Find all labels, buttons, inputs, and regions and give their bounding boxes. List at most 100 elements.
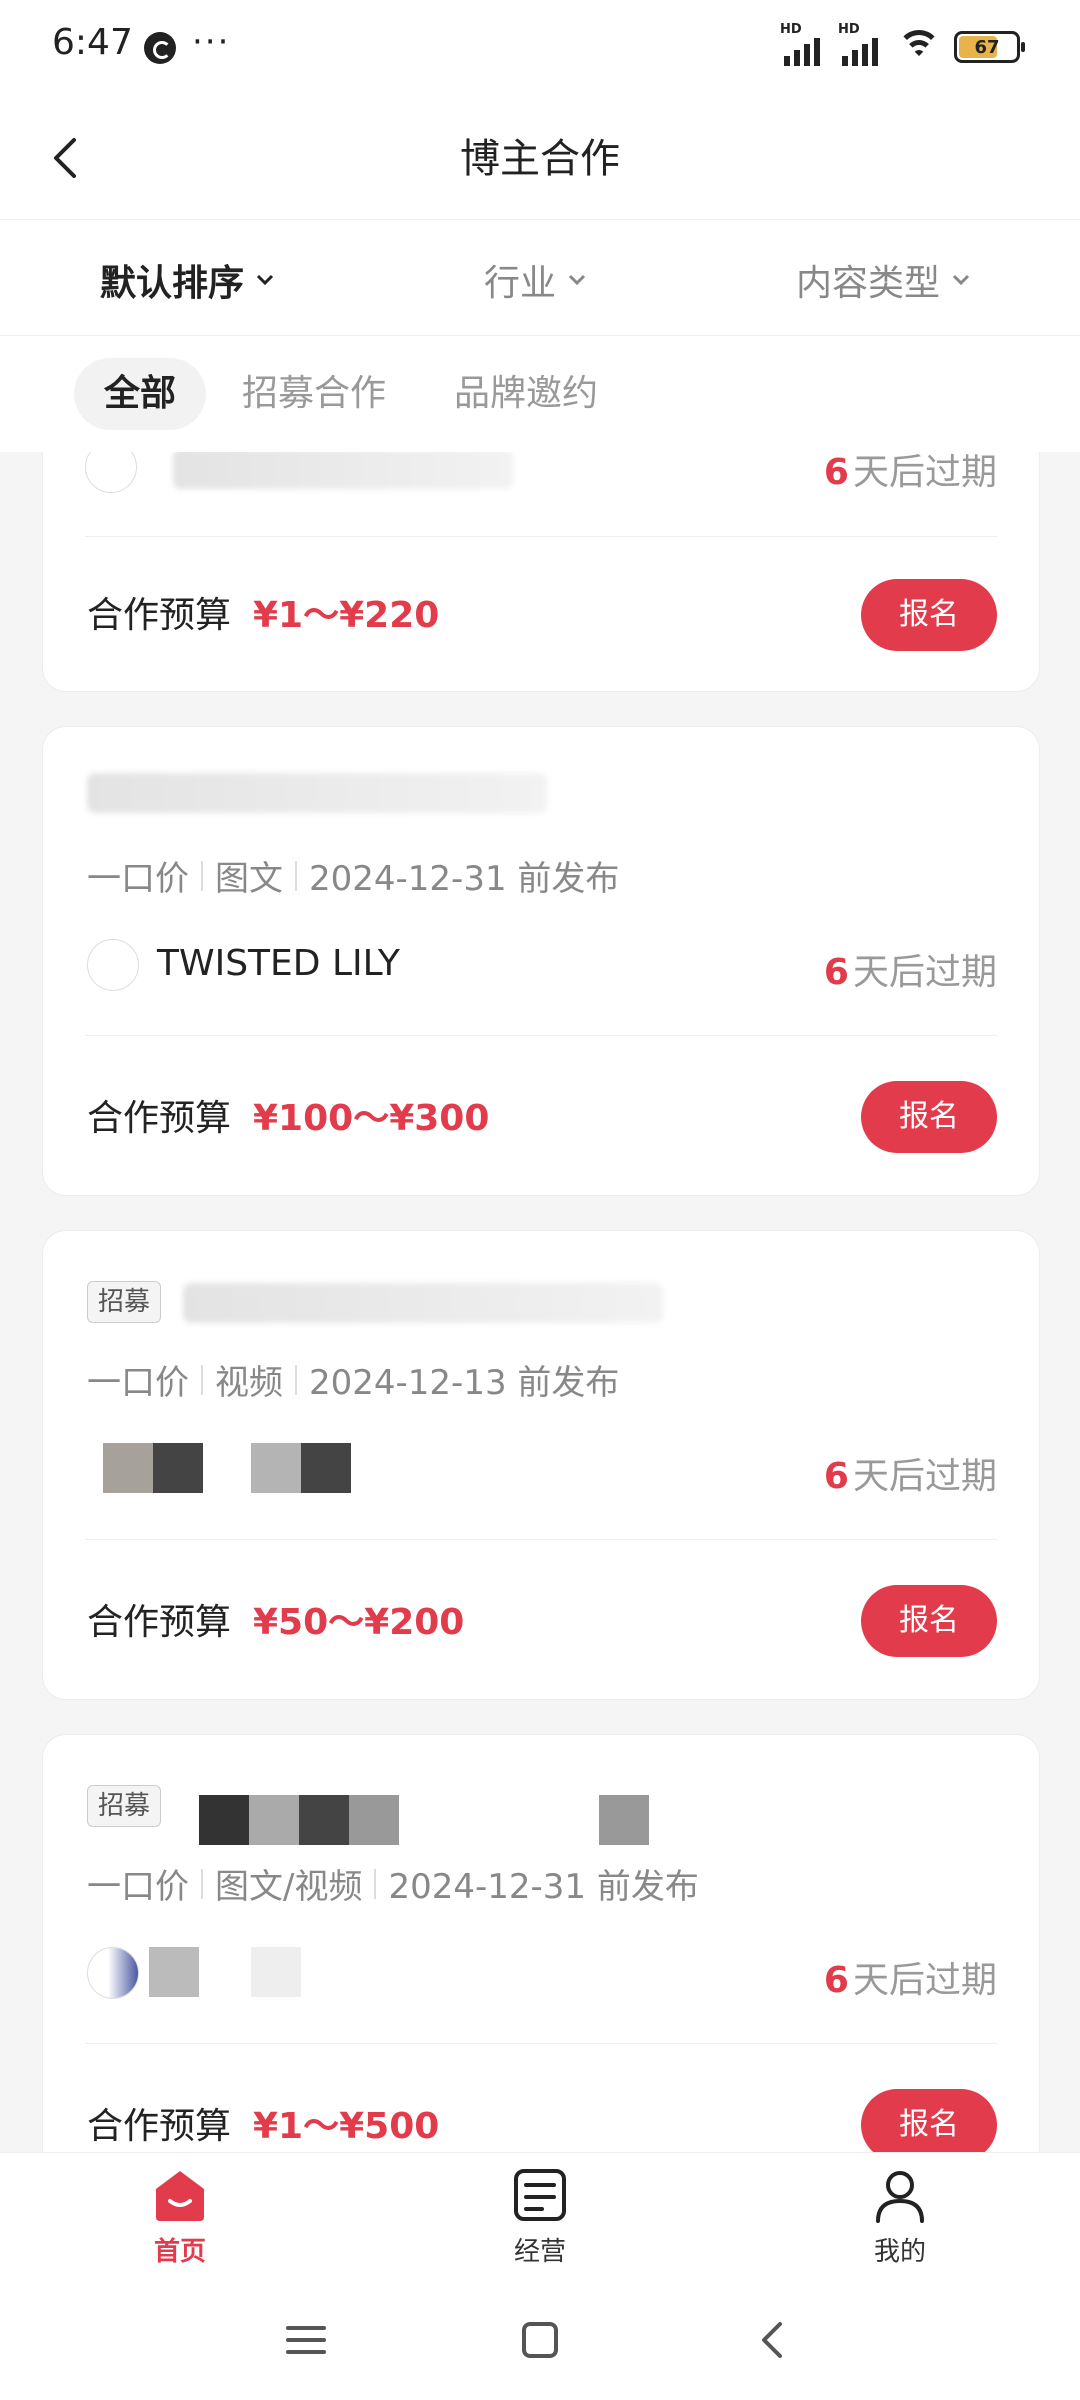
status-time: 6:47 — [52, 22, 133, 63]
apply-button[interactable]: 报名 — [861, 1081, 997, 1153]
price-type: 一口价 — [87, 1867, 189, 1907]
publish-deadline: 2024-12-13 前发布 — [309, 1363, 620, 1403]
brand-logo — [87, 939, 139, 991]
budget-value: ¥100～¥300 — [253, 1098, 490, 1139]
blurred-campaign-title — [183, 1283, 663, 1323]
brand-row: 6 天后过期 — [87, 1943, 997, 2003]
apply-button[interactable]: 报名 — [861, 1585, 997, 1657]
system-nav-bar — [0, 2278, 1080, 2400]
brand-name: TWISTED LILY — [157, 943, 400, 984]
campaign-card[interactable]: 一口价 图文 2024-12-31 前发布 TWISTED LILY 6 天后过期… — [42, 726, 1040, 1196]
expiry-text: 6 天后过期 — [824, 452, 997, 495]
recruit-tag: 招募 — [87, 1281, 162, 1323]
wifi-icon — [896, 28, 942, 66]
apply-button[interactable]: 报名 — [861, 2089, 997, 2152]
tab-recruit[interactable]: 招募合作 — [212, 358, 416, 430]
expiry-text: 6 天后过期 — [824, 943, 997, 995]
nav-bar: 博主合作 — [0, 96, 1080, 220]
content-type: 图文 — [215, 859, 283, 899]
chevron-down-icon — [256, 274, 274, 286]
campaign-list: 6 天后过期 合作预算 ¥1～¥220 报名 一口价 图文 2024-12-31 … — [0, 452, 1080, 2152]
filter-content-type[interactable]: 内容类型 — [796, 254, 972, 306]
divider — [85, 536, 997, 537]
campaign-card[interactable]: 6 天后过期 合作预算 ¥1～¥220 报名 — [42, 452, 1040, 692]
expiry-days: 6 — [823, 1960, 849, 2001]
nav-profile[interactable]: 我的 — [820, 2167, 980, 2268]
filter-sort[interactable]: 默认排序 — [100, 254, 276, 306]
nav-home-label: 首页 — [153, 2237, 206, 2267]
blurred-campaign-title — [87, 773, 547, 813]
blurred-campaign-title — [199, 1795, 249, 1845]
blurred-campaign-title — [249, 1795, 299, 1845]
brand-logo — [85, 452, 137, 493]
page-title: 博主合作 — [460, 136, 620, 182]
blurred-brand-name — [173, 452, 513, 489]
brand-row: TWISTED LILY 6 天后过期 — [87, 935, 997, 995]
content-type: 视频 — [215, 1363, 283, 1403]
divider — [85, 2043, 997, 2044]
menu-icon[interactable] — [282, 2316, 330, 2364]
more-notifications-icon: ··· — [192, 22, 231, 62]
budget-label: 合作预算 — [87, 2106, 232, 2147]
expiry-text: 6 天后过期 — [824, 1447, 997, 1499]
expiry-days: 6 — [823, 1456, 849, 1497]
signal-1-icon: HD — [780, 22, 826, 66]
filter-content-type-label: 内容类型 — [796, 263, 941, 304]
budget-label: 合作预算 — [87, 1098, 232, 1139]
signal-2-icon: HD — [838, 22, 884, 66]
nav-profile-label: 我的 — [873, 2237, 926, 2267]
blurred-campaign-title — [599, 1795, 649, 1845]
price-type: 一口价 — [87, 859, 189, 899]
campaign-meta: 一口价 图文/视频 2024-12-31 前发布 — [87, 1859, 699, 1908]
blurred-brand-logo — [153, 1443, 203, 1493]
home-square-icon[interactable] — [516, 2316, 564, 2364]
nav-manage[interactable]: 经营 — [460, 2167, 620, 2268]
blurred-brand-name — [301, 1443, 351, 1493]
notification-icon — [144, 32, 176, 64]
expiry-label: 天后过期 — [852, 1960, 997, 2001]
tab-all[interactable]: 全部 — [74, 358, 207, 430]
chevron-down-icon — [952, 274, 970, 286]
publish-deadline: 2024-12-31 前发布 — [388, 1867, 699, 1907]
category-tabs: 全部 招募合作 品牌邀约 — [0, 336, 1080, 452]
back-icon[interactable] — [750, 2316, 798, 2364]
brand-logo — [87, 1947, 139, 1999]
budget-value: ¥1～¥220 — [253, 595, 440, 636]
manage-icon — [514, 2169, 566, 2221]
campaign-card[interactable]: 招募 一口价 图文/视频 2024-12-31 前发布 6 天后过期 合作预算 ¥… — [42, 1734, 1040, 2152]
battery-icon: 67 — [954, 31, 1025, 63]
budget-value: ¥1～¥500 — [253, 2106, 440, 2147]
blurred-brand-logo — [103, 1443, 153, 1493]
blurred-brand-name — [149, 1947, 199, 1997]
campaign-card[interactable]: 招募 一口价 视频 2024-12-13 前发布 6 天后过期 合作预算 ¥50～… — [42, 1230, 1040, 1700]
publish-deadline: 2024-12-31 前发布 — [309, 859, 620, 899]
apply-button[interactable]: 报名 — [861, 579, 997, 651]
battery-level: 67 — [974, 36, 1000, 58]
filter-sort-label: 默认排序 — [100, 263, 245, 304]
filter-industry[interactable]: 行业 — [484, 254, 588, 306]
budget-label: 合作预算 — [87, 1602, 232, 1643]
bottom-nav: 首页 经营 我的 — [0, 2152, 1080, 2278]
home-icon — [156, 2171, 204, 2221]
recruit-tag: 招募 — [87, 1785, 162, 1827]
expiry-label: 天后过期 — [852, 1456, 997, 1497]
chevron-down-icon — [568, 274, 586, 286]
price-type: 一口价 — [87, 1363, 189, 1403]
blurred-campaign-title — [349, 1795, 399, 1845]
tab-brand-invite[interactable]: 品牌邀约 — [424, 358, 628, 430]
filter-industry-label: 行业 — [484, 263, 557, 304]
expiry-label: 天后过期 — [852, 952, 997, 993]
expiry-label: 天后过期 — [852, 452, 997, 493]
profile-icon — [876, 2171, 924, 2223]
nav-manage-label: 经营 — [513, 2237, 566, 2267]
expiry-days: 6 — [823, 952, 849, 993]
filter-bar: 默认排序 行业 内容类型 — [0, 220, 1080, 336]
brand-row: 6 天后过期 — [87, 1439, 997, 1499]
status-bar: 6:47 ··· HD HD 67 — [0, 0, 1080, 96]
blurred-campaign-title — [299, 1795, 349, 1845]
campaign-meta: 一口价 视频 2024-12-13 前发布 — [87, 1355, 619, 1404]
divider — [85, 1035, 997, 1036]
content-type: 图文/视频 — [215, 1867, 363, 1907]
campaign-meta: 一口价 图文 2024-12-31 前发布 — [87, 851, 619, 900]
nav-home[interactable]: 首页 — [100, 2167, 260, 2268]
